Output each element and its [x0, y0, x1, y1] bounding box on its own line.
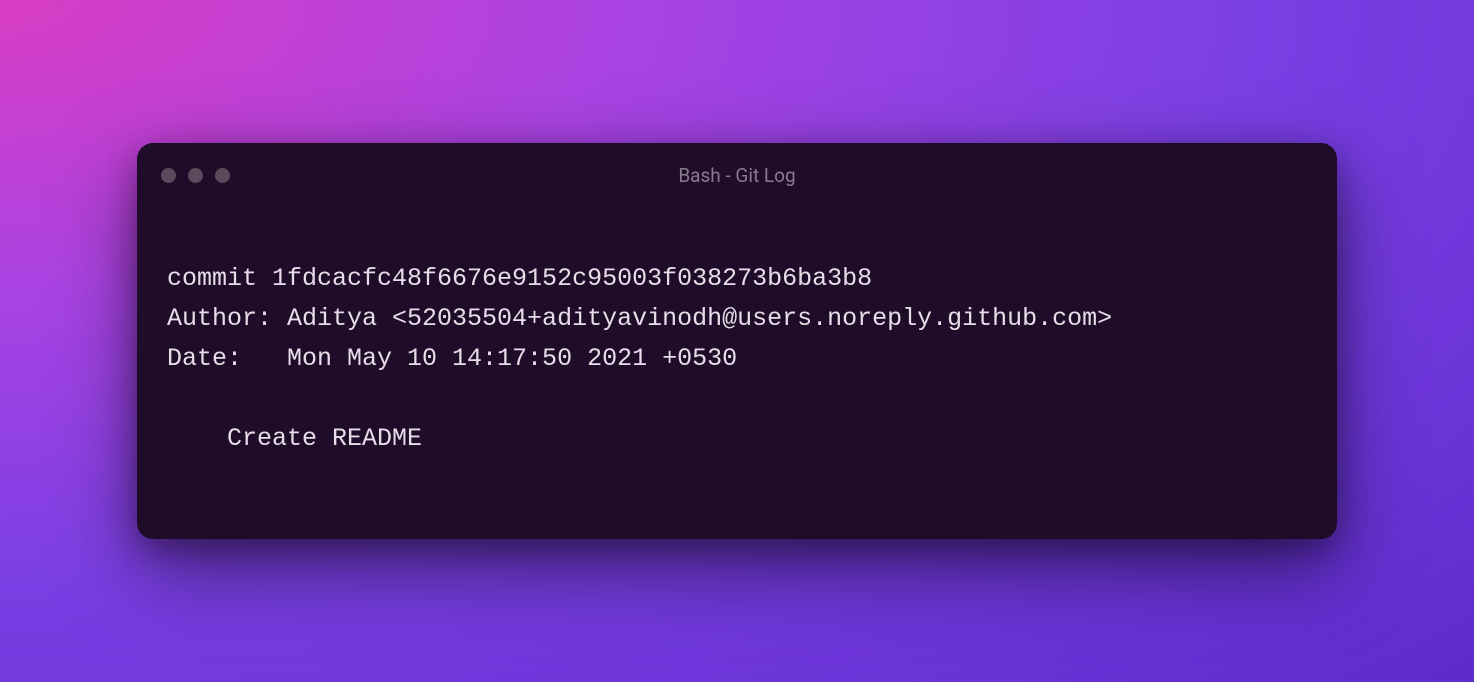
- traffic-lights: [161, 168, 230, 183]
- close-icon[interactable]: [161, 168, 176, 183]
- message-line: Create README: [167, 424, 422, 453]
- window-title: Bash - Git Log: [161, 164, 1313, 187]
- commit-line: commit 1fdcacfc48f6676e9152c95003f038273…: [167, 264, 872, 293]
- minimize-icon[interactable]: [188, 168, 203, 183]
- author-line: Author: Aditya <52035504+adityavinodh@us…: [167, 304, 1112, 333]
- title-bar: Bash - Git Log: [137, 143, 1337, 199]
- terminal-body[interactable]: commit 1fdcacfc48f6676e9152c95003f038273…: [137, 199, 1337, 539]
- maximize-icon[interactable]: [215, 168, 230, 183]
- date-line: Date: Mon May 10 14:17:50 2021 +0530: [167, 344, 737, 373]
- terminal-window: Bash - Git Log commit 1fdcacfc48f6676e91…: [137, 143, 1337, 539]
